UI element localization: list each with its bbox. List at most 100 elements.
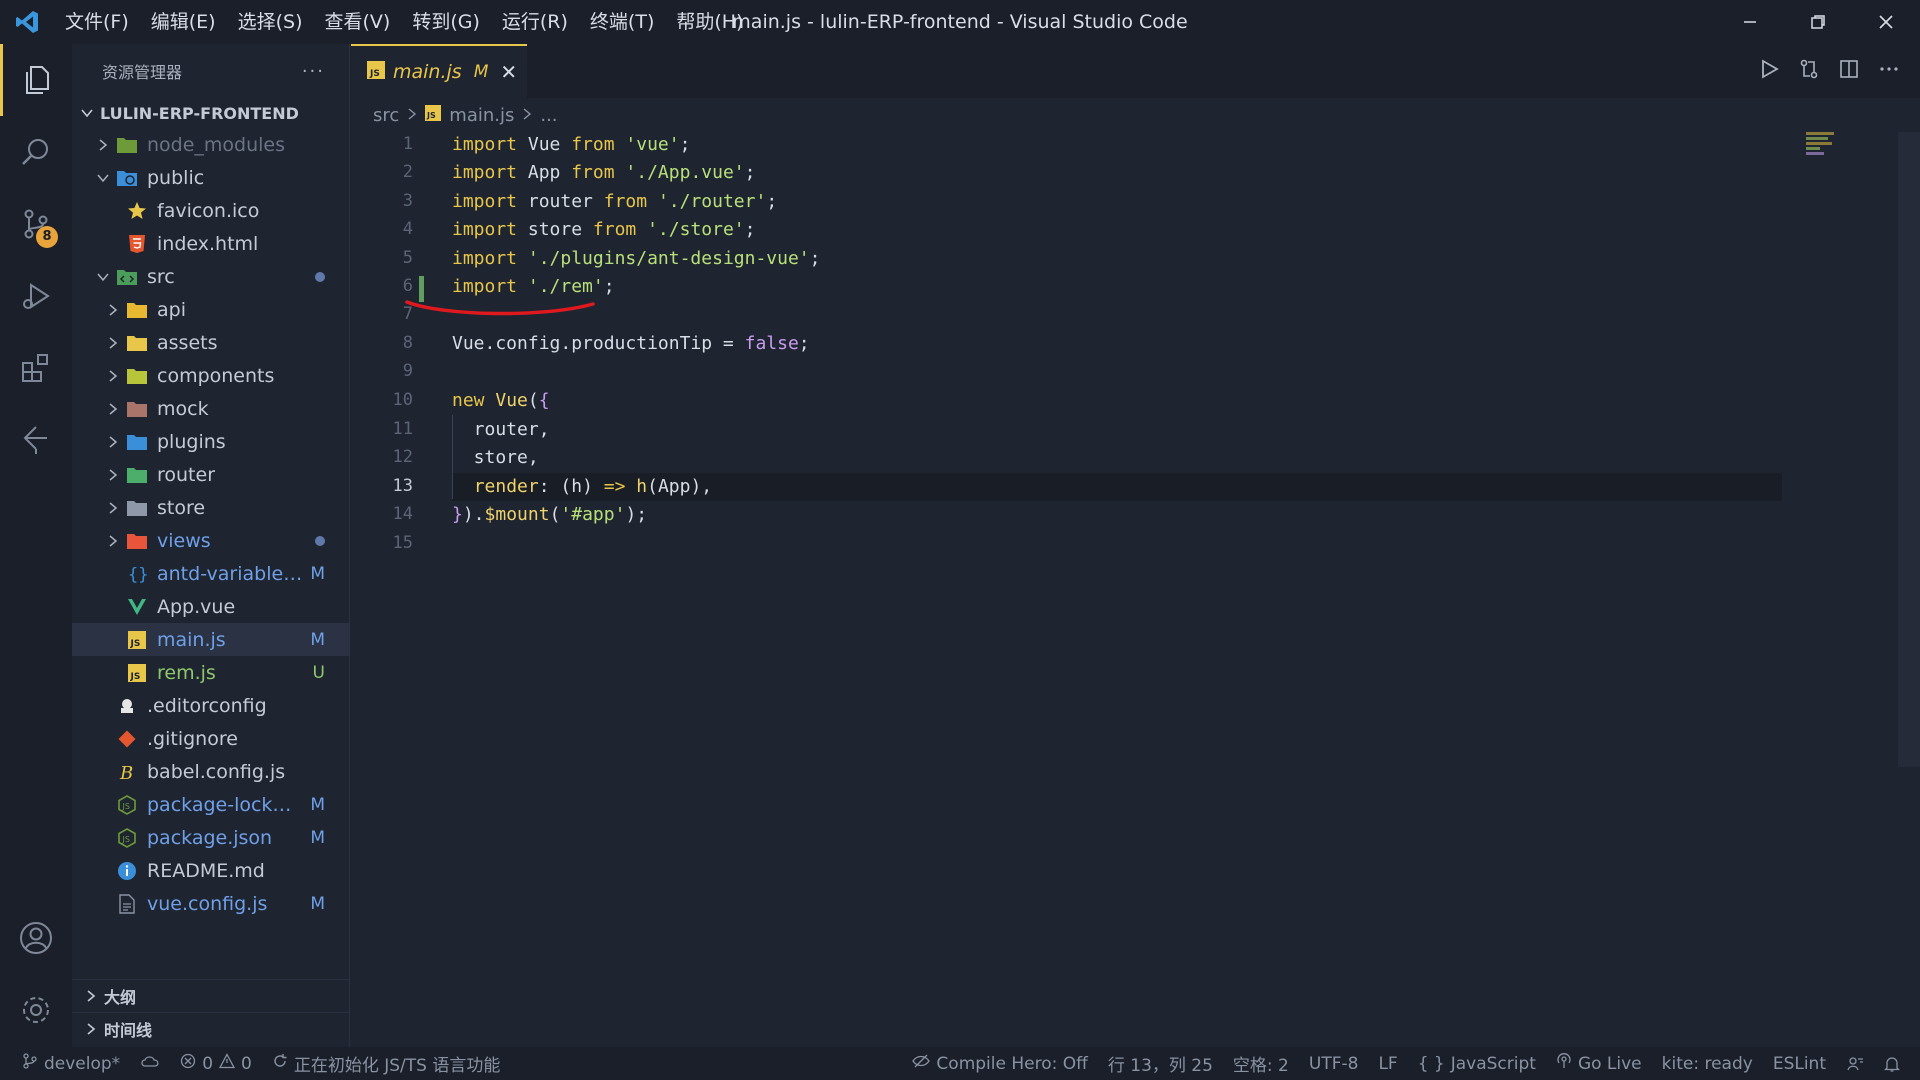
tree-item[interactable]: Bbabel.config.js [72,755,349,788]
tree-item[interactable]: JS package-lock.json M [72,788,349,821]
tree-item[interactable]: components [72,359,349,392]
line-number: 14 [392,504,413,524]
modified-dot [315,535,325,546]
encoding[interactable]: UTF-8 [1299,1054,1369,1074]
tree-item-label: index.html [157,232,259,255]
editorconfig-icon [116,695,138,717]
end-of-line[interactable]: LF [1368,1054,1407,1074]
project-root[interactable]: LULIN-ERP-FRONTEND [72,98,349,128]
tree-item[interactable]: vue.config.js M [72,887,349,920]
tree-item[interactable]: JS main.js M [72,623,349,656]
tree-item-label: public [147,166,205,189]
notifications-bell-icon[interactable] [1874,1055,1910,1073]
task-status[interactable]: 正在初始化 JS/TS 语言功能 [262,1051,511,1076]
code-line-14: }).$mount('#app'); [452,504,648,525]
js-icon: JS [126,629,148,651]
tree-item[interactable]: index.html [72,227,349,260]
project-name: LULIN-ERP-FRONTEND [100,103,299,123]
eslint-status[interactable]: ESLint [1763,1054,1836,1074]
breadcrumb-folder[interactable]: src [373,105,399,126]
tree-item[interactable]: App.vue [72,590,349,623]
menu-terminal[interactable]: 终端(T) [579,0,665,44]
explorer-more-button[interactable]: ··· [302,61,325,82]
tree-item[interactable]: .gitignore [72,722,349,755]
menu-view[interactable]: 查看(V) [314,0,402,44]
problems-indicator[interactable]: 0 0 [170,1053,262,1074]
split-editor-icon[interactable] [1838,58,1860,84]
modified-dot [315,271,325,282]
cursor-position[interactable]: 行 13，列 25 [1098,1051,1223,1076]
tree-item[interactable]: README.md [72,854,349,887]
source-control-icon[interactable]: 8 [0,188,72,260]
tree-item[interactable]: src [72,260,349,293]
search-icon[interactable] [0,116,72,188]
menu-edit[interactable]: 编辑(E) [140,0,227,44]
tree-item[interactable]: views [72,524,349,557]
minimap[interactable] [1800,132,1840,172]
more-actions-icon[interactable] [1878,58,1900,84]
breadcrumb-file[interactable]: main.js [449,105,514,126]
chevron-right-icon [94,136,112,154]
compile-hero-toggle[interactable]: Compile Hero: Off [902,1053,1097,1074]
run-code-icon[interactable] [1758,58,1780,84]
folder-src-icon [116,266,138,288]
restore-button[interactable] [1784,0,1852,44]
minimize-button[interactable] [1716,0,1784,44]
line-number: 2 [402,162,413,182]
code-editor[interactable]: 1 2 3 4 5 6 7 8 9 10 11 12 13 14 15 import Vue from 'v… [351,132,1920,1047]
remote-explorer-icon[interactable] [0,404,72,476]
explorer-icon[interactable] [0,44,72,116]
error-count: 0 [202,1053,214,1074]
compare-changes-icon[interactable] [1798,58,1820,84]
menu-file[interactable]: 文件(F) [54,0,140,44]
menu-selection[interactable]: 选择(S) [227,0,314,44]
tree-item[interactable]: api [72,293,349,326]
tree-item[interactable]: favicon.ico [72,194,349,227]
tree-item[interactable]: JS rem.js U [72,656,349,689]
menu-help[interactable]: 帮助(H) [665,0,754,44]
feedback-icon[interactable] [1836,1055,1874,1073]
code-line-11: router, [452,419,550,440]
tree-item[interactable]: plugins [72,425,349,458]
extensions-icon[interactable] [0,332,72,404]
line-number: 1 [402,134,413,154]
line-number: 13 [392,476,413,496]
title-bar: 文件(F) 编辑(E) 选择(S) 查看(V) 转到(G) 运行(R) 终端(T… [0,0,1920,44]
svg-text:B: B [119,763,133,782]
account-icon[interactable] [0,902,72,974]
kite-status[interactable]: kite: ready [1652,1054,1763,1074]
tree-item[interactable]: router [72,458,349,491]
tree-item[interactable]: JS package.json M [72,821,349,854]
breadcrumb-symbol[interactable]: ... [540,105,557,126]
menu-go[interactable]: 转到(G) [401,0,491,44]
indentation[interactable]: 空格: 2 [1223,1051,1299,1076]
tab-close-icon[interactable]: ✕ [500,60,517,84]
timeline-section[interactable]: 时间线 [72,1012,350,1045]
close-window-button[interactable] [1852,0,1920,44]
editor-scrollbar[interactable] [1898,132,1920,767]
tree-item[interactable]: node_modules [72,128,349,161]
line-number: 8 [402,333,413,353]
tree-item[interactable]: .editorconfig [72,689,349,722]
tab-main-js[interactable]: JS main.js M ✕ [351,44,527,98]
folder-api-icon [126,299,148,321]
run-debug-icon[interactable] [0,260,72,332]
code-line-2: import App from './App.vue'; [452,162,756,183]
tree-item[interactable]: {} antd-variables.lessM [72,557,349,590]
tree-item[interactable]: assets [72,326,349,359]
language-mode[interactable]: { } JavaScript [1408,1054,1546,1074]
sync-button[interactable] [130,1053,170,1074]
outline-section[interactable]: 大纲 [72,979,350,1012]
branch-indicator[interactable]: develop* [0,1053,130,1074]
window-controls [1716,0,1920,44]
go-live-button[interactable]: Go Live [1546,1053,1652,1074]
menu-run[interactable]: 运行(R) [491,0,579,44]
tree-item[interactable]: store [72,491,349,524]
tree-item[interactable]: mock [72,392,349,425]
svg-text:JS: JS [426,111,436,120]
chevron-down-icon [94,268,112,286]
settings-gear-icon[interactable] [0,974,72,1046]
tree-item[interactable]: public [72,161,349,194]
